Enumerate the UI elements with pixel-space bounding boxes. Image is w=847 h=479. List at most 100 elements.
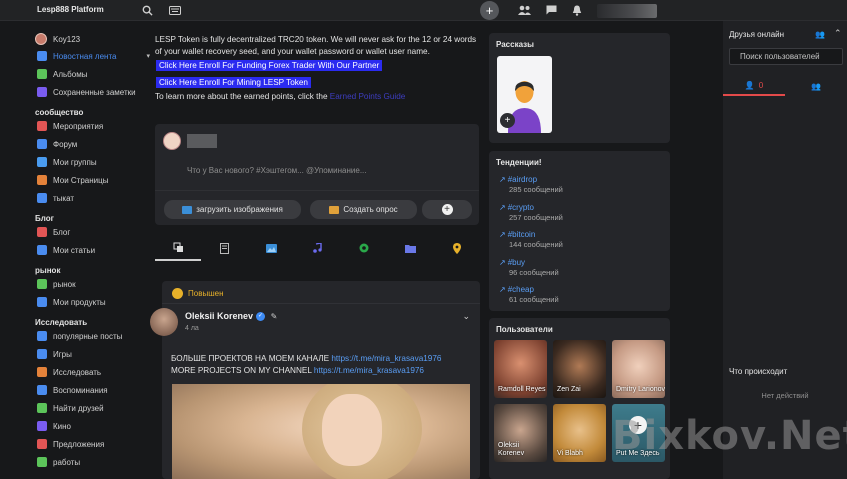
trend-tag[interactable]: #cheap: [508, 285, 534, 294]
all-posts-icon: [173, 242, 183, 252]
trend-item[interactable]: ↗ #crypto 257 сообщений: [499, 202, 563, 222]
user-tile[interactable]: Dmitry Larionov: [612, 340, 665, 398]
sidebar-item[interactable]: тыкат: [28, 189, 150, 207]
search-icon[interactable]: [140, 3, 154, 17]
post-author-name[interactable]: Oleksii Korenev: [185, 311, 253, 321]
sidebar-item[interactable]: Игры: [28, 345, 150, 363]
user-tile[interactable]: Zen Zai: [553, 340, 606, 398]
online-count: 0: [758, 81, 764, 90]
more-options-button[interactable]: +: [422, 200, 472, 219]
post-options-chevron-icon[interactable]: ⌄: [462, 311, 470, 322]
trend-count: 144 сообщений: [509, 240, 563, 249]
stories-card: Рассказы +: [489, 33, 670, 143]
promoted-badge: Повышен: [172, 288, 223, 299]
user-profile-menu[interactable]: [597, 4, 657, 18]
create-plus-button[interactable]: +: [480, 1, 499, 20]
notifications-bell-icon[interactable]: [570, 3, 584, 17]
sidebar-item[interactable]: Найти друзей: [28, 399, 150, 417]
create-story-tile[interactable]: +: [497, 56, 552, 133]
composer-avatar: [163, 132, 181, 150]
sidebar-item[interactable]: Мои статьи: [28, 241, 150, 259]
create-poll-label: Создать опрос: [343, 205, 398, 214]
trend-tag[interactable]: #airdrop: [508, 175, 537, 184]
tab-online-count[interactable]: 👤 0: [723, 77, 785, 96]
sidebar-item[interactable]: популярные посты: [28, 327, 150, 345]
profile-link[interactable]: Koy123: [35, 31, 150, 47]
trend-tag[interactable]: #crypto: [508, 203, 534, 212]
trend-count: 96 сообщений: [509, 267, 559, 277]
keyboard-icon[interactable]: [168, 3, 182, 17]
sidebar-item[interactable]: Мероприятия: [28, 117, 150, 135]
no-activity-text: Нет действий: [761, 391, 809, 400]
tab-video[interactable]: [341, 235, 387, 261]
tab-photos[interactable]: [248, 235, 294, 261]
sidebar-item[interactable]: Альбомы: [28, 65, 150, 83]
tab-text[interactable]: [201, 235, 247, 261]
tab-all[interactable]: [155, 235, 202, 261]
tab-all-users[interactable]: 👥: [785, 77, 847, 96]
chevron-up-icon[interactable]: ⌃: [834, 28, 842, 39]
earned-points-link[interactable]: Earned Points Guide: [330, 92, 406, 101]
post-time[interactable]: 4 ла: [185, 325, 199, 332]
post-link-2[interactable]: https://t.me/mira_krasava1976: [314, 366, 424, 375]
trending-arrow-icon: ↗: [499, 202, 506, 212]
chevron-down-icon[interactable]: ▾: [146, 52, 150, 60]
user-search-input[interactable]: Поиск пользователей: [729, 48, 843, 65]
sidebar-item[interactable]: Исследовать: [28, 363, 150, 381]
trend-item[interactable]: ↗ #airdrop 285 сообщений: [499, 174, 563, 194]
sidebar-item[interactable]: Предложения: [28, 435, 150, 453]
sidebar-item[interactable]: Воспоминания: [28, 381, 150, 399]
tab-music[interactable]: [294, 235, 340, 261]
trend-item[interactable]: ↗ #buy 96 сообщений: [499, 257, 559, 277]
left-sidebar: Koy123 Новостная лента ▾ Альбомы Сохраненны…: [28, 31, 150, 471]
trend-item[interactable]: ↗ #bitcoin 144 сообщений: [499, 229, 563, 249]
user-icon: 👤: [744, 81, 755, 90]
friends-icon[interactable]: [517, 3, 531, 17]
sidebar-item[interactable]: рынок: [28, 275, 150, 293]
trend-tag[interactable]: #bitcoin: [508, 230, 536, 239]
poke-icon: [37, 193, 47, 203]
tab-location[interactable]: [434, 235, 480, 261]
sidebar-item[interactable]: Форум: [28, 135, 150, 153]
user-tile[interactable]: Vi Blabh: [553, 404, 606, 462]
trend-tag[interactable]: #buy: [508, 258, 525, 267]
sidebar-item[interactable]: Мои группы: [28, 153, 150, 171]
post-author-avatar[interactable]: [150, 308, 178, 336]
divider: [155, 190, 479, 191]
user-tile[interactable]: Oleksii Korenev: [494, 404, 547, 462]
user-tile[interactable]: Ramdoll Reyes: [494, 340, 547, 398]
post-body: БОЛЬШЕ ПРОЕКТОВ НА МОЕМ КАНАЛЕ https://t…: [171, 353, 441, 376]
poll-icon: [329, 205, 340, 214]
post-image[interactable]: [172, 384, 470, 479]
sidebar-item[interactable]: Кино: [28, 417, 150, 435]
create-poll-button[interactable]: Создать опрос: [310, 200, 417, 219]
post-line1: БОЛЬШЕ ПРОЕКТОВ НА МОЕМ КАНАЛЕ: [171, 354, 330, 363]
sidebar-item[interactable]: работы: [28, 453, 150, 471]
add-story-plus-icon[interactable]: +: [500, 113, 515, 128]
forex-enroll-link[interactable]: Click Here Enroll For Funding Forex Trad…: [156, 60, 383, 71]
post-link-1[interactable]: https://t.me/mira_krasava1976: [331, 354, 441, 363]
section-heading-market: рынок: [35, 266, 61, 275]
composer-username-blurred: [187, 134, 217, 148]
sidebar-item-label: Воспоминания: [53, 385, 108, 395]
mining-enroll-link[interactable]: Click Here Enroll For Mining LESP Token: [156, 77, 311, 88]
divider: [162, 303, 480, 304]
group-users-icon[interactable]: 👥: [815, 30, 825, 39]
upload-images-button[interactable]: загрузить изображения: [164, 200, 301, 219]
composer-input[interactable]: Что у Вас нового? #Хэштегом... @Упоминан…: [187, 166, 367, 175]
tab-files[interactable]: [387, 235, 433, 261]
music-icon: [313, 243, 322, 253]
sidebar-item[interactable]: Мои Страницы: [28, 171, 150, 189]
sidebar-item[interactable]: Блог: [28, 223, 150, 241]
brand-logo[interactable]: Lesp888 Platform: [37, 5, 104, 14]
sidebar-item[interactable]: Сохраненные заметки: [28, 83, 150, 101]
explore-icon: [37, 367, 47, 377]
find-friends-icon: [37, 403, 47, 413]
sidebar-item[interactable]: Новостная лента ▾: [28, 47, 150, 65]
top-bar: Lesp888 Platform +: [0, 0, 847, 21]
photo-icon: [265, 243, 277, 253]
messages-icon[interactable]: [544, 3, 558, 17]
section-heading-blog: Блог: [35, 214, 54, 223]
trend-item[interactable]: ↗ #cheap 61 сообщений: [499, 284, 559, 304]
sidebar-item[interactable]: Мои продукты: [28, 293, 150, 311]
